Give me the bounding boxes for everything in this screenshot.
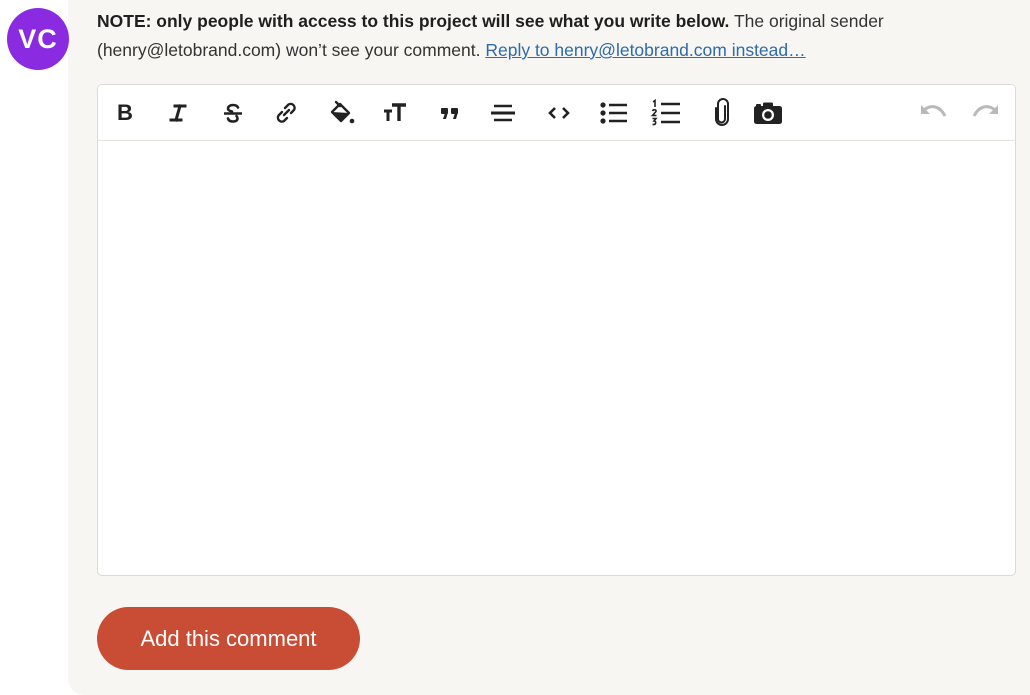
strikethrough-icon — [224, 103, 242, 123]
reply-to-sender-link[interactable]: Reply to henry@letobrand.com instead… — [485, 40, 805, 60]
bold-icon: B — [117, 100, 133, 125]
text-size-button[interactable] — [378, 97, 412, 129]
highlight-button[interactable] — [325, 97, 359, 129]
numbered-list-icon — [650, 98, 680, 126]
redo-button[interactable] — [969, 97, 1003, 129]
quote-icon — [441, 108, 458, 119]
strikethrough-button[interactable] — [216, 97, 250, 129]
link-button[interactable] — [269, 97, 303, 129]
horizontal-rule-icon — [491, 104, 515, 122]
attachment-button[interactable] — [705, 97, 739, 129]
undo-button[interactable] — [916, 97, 950, 129]
notice-bold-text: NOTE: only people with access to this pr… — [97, 11, 730, 31]
comment-notice: NOTE: only people with access to this pr… — [97, 7, 1022, 65]
editor-toolbar: B — [98, 85, 1015, 141]
redo-icon — [972, 105, 998, 117]
avatar: VC — [7, 8, 69, 70]
bullet-list-button[interactable] — [597, 97, 631, 129]
bold-button[interactable]: B — [108, 97, 142, 129]
text-size-icon — [384, 103, 406, 121]
camera-button[interactable] — [751, 97, 785, 129]
quote-button[interactable] — [433, 97, 467, 129]
code-icon — [548, 107, 570, 119]
bullet-list-icon — [600, 102, 627, 124]
attachment-icon — [715, 98, 729, 126]
numbered-list-button[interactable] — [649, 97, 683, 129]
italic-button[interactable] — [161, 97, 195, 129]
comment-input[interactable] — [98, 141, 1015, 575]
highlight-icon — [330, 100, 355, 124]
code-button[interactable] — [542, 97, 576, 129]
rich-text-editor: B — [97, 84, 1016, 576]
undo-icon — [921, 105, 947, 117]
link-icon — [276, 102, 296, 123]
horizontal-rule-button[interactable] — [486, 97, 520, 129]
italic-icon — [169, 104, 187, 122]
add-comment-button[interactable]: Add this comment — [97, 607, 360, 670]
camera-icon — [754, 102, 782, 124]
